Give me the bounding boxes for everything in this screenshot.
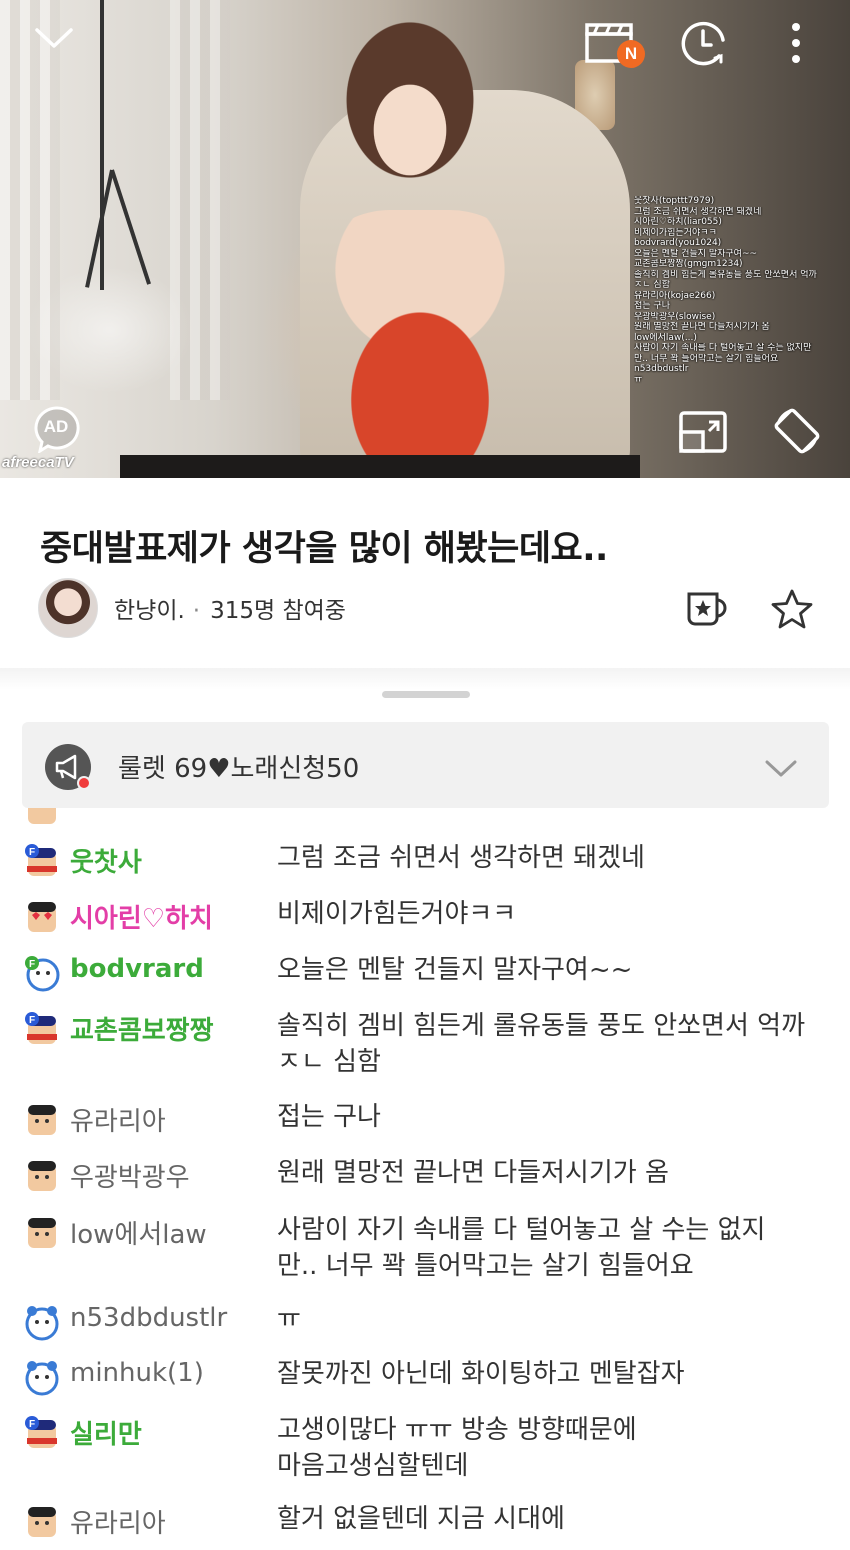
viewer-count: 315명 참여중 [210,598,346,624]
streamer-avatar[interactable] [38,578,98,638]
fan-badge-icon: F [25,1012,57,1044]
notice-text: 룰렛 69♥노래신청50 [118,754,360,784]
chat-message: 사람이 자기 속내를 다 털어놓고 살 수는 없지만.. 너무 꽉 틀어막고는 … [277,1215,766,1281]
chat-message: 고생이많다 ㅠㅠ 방송 방향때문에 마음고생심할텐데 [277,1415,637,1481]
chat-nickname[interactable]: 우광박광우 [70,1157,190,1194]
streamer-name[interactable]: 한냥이. [114,598,185,624]
desk [120,455,640,478]
chat-nickname[interactable]: low에서law [70,1214,207,1251]
overlay-chat-line: 시아린♡하치(liar055) [634,217,722,227]
bear-face-icon [25,1306,59,1341]
chat-message: 잘못까진 아닌데 화이팅하고 멘탈잡자 [277,1359,685,1389]
overlay-chat-line: 비제이가힘든거야ㅋㅋ [634,227,717,238]
subscribe-cup-icon[interactable] [684,588,730,630]
background-tripod [100,0,104,290]
overlay-chat-line: 그럼 조금 쉬면서 생각하면 돼겠네 [634,206,762,217]
fan-badge-icon: F [25,1416,57,1448]
user-face-icon [28,1507,56,1537]
chat-nickname[interactable]: 유라리아 [70,1101,166,1138]
overlay-chat-line: 접는 구나 [634,301,670,311]
heart-eyes-icon [28,902,56,932]
chat-message: 솔직히 겜비 힘든게 롤유동들 풍도 안쏘면서 억까 ㅈㄴ 심함 [277,1011,805,1077]
chat-message: ㅠ [277,1304,301,1334]
broadcast-title: 중대발표제가 생각을 많이 해봤는데요.. [40,529,608,569]
overlay-chat-line: 오늘은 멘탈 건들지 말자구여~~ [634,248,758,259]
background-tripod-leg [110,169,151,285]
user-face-icon [28,1161,56,1191]
streamer-info: 한냥이. · 315명 참여중 [114,591,346,625]
chat-sheet-edge [0,668,850,690]
chat-nickname[interactable]: 웃찻사 [70,842,142,879]
afreecatv-watermark: afreecaTV [2,454,74,471]
megaphone-icon [45,744,91,790]
chat-nickname[interactable]: bodvrard [70,954,204,984]
svg-text:F: F [29,847,35,858]
new-badge: N [617,40,645,68]
streamer-head [325,10,495,220]
svg-text:F: F [29,1015,35,1026]
chat-list[interactable]: F 웃찻사 그럼 조금 쉬면서 생각하면 돼겠네 시아린♡하치 비제이가힘든거야… [0,808,850,1550]
video-player[interactable]: 웃찻사(topttt7979) 그럼 조금 쉬면서 생각하면 돼겠네 시아린♡하… [0,0,850,478]
streamer-figure [300,210,540,478]
favorite-star-icon[interactable] [770,588,814,630]
user-face-icon [28,1105,56,1135]
chevron-down-icon[interactable] [34,24,74,52]
fan-bear-icon: F [25,956,60,992]
rotate-screen-icon[interactable] [770,404,824,458]
video-chat-overlay: 웃찻사(topttt7979) 그럼 조금 쉬면서 생각하면 돼겠네 시아린♡하… [634,196,848,385]
more-menu-icon[interactable] [786,20,806,66]
chat-nickname[interactable]: 실리만 [70,1414,142,1451]
overlay-chat-line: ㅈㄴ 심함 [634,280,670,290]
overlay-chat-line: 만.. 너무 꽉 틀어막고는 살기 힘들어요 [634,353,779,364]
chat-sheet-handle[interactable] [382,691,470,698]
chat-message: 접는 구나 [277,1102,381,1132]
chat-nickname[interactable]: minhuk(1) [70,1358,204,1388]
chat-message: 오늘은 멘탈 건들지 말자구여~~ [277,955,633,985]
ad-label: AD [43,417,69,436]
pip-icon[interactable] [678,410,728,454]
separator-dot: · [192,598,201,624]
user-face-icon [28,1218,56,1248]
timeshift-clock-icon[interactable] [679,18,729,68]
svg-text:F: F [29,1419,35,1430]
overlay-chat-line: ㅠ [634,374,643,385]
overlay-chat-line: 솔직히 겜비 힘든게 롤유동들 풍도 안쏘면서 억까 [634,269,817,280]
overlay-chat-line: 웃찻사(topttt7979) [634,196,715,206]
chat-nickname[interactable]: 교촌콤보짱짱 [70,1010,214,1047]
chevron-down-icon[interactable] [764,757,798,779]
overlay-chat-line: 사람이 자기 속내를 다 털어놓고 살 수는 없지만 [634,343,812,353]
background-curtain [170,0,230,400]
svg-text:F: F [29,959,35,970]
chat-message: 원래 멸망전 끝나면 다들저시기가 옴 [277,1158,669,1188]
overlay-chat-line: n53dbdustlr [634,364,689,374]
chat-message: 그럼 조금 쉬면서 생각하면 돼겠네 [277,843,645,873]
overlay-chat-line: 원래 멸망전 끝나면 다들저시기가 옴 [634,322,770,332]
chat-nickname[interactable]: 시아린♡하치 [70,898,213,935]
chat-message: 할거 없을텐데 지금 시대에 [277,1504,565,1534]
chat-nickname[interactable]: 유라리아 [70,1503,166,1540]
user-face-icon [28,808,56,824]
bear-face-icon [25,1361,59,1396]
overlay-chat-line: bodvrard(you1024) [634,238,722,248]
overlay-chat-line: 유라리아(kojae266) [634,290,716,301]
chat-nickname[interactable]: n53dbdustlr [70,1303,227,1333]
chat-message: 비제이가힘든거야ㅋㅋ [277,899,517,929]
fan-badge-icon: F [25,844,57,876]
background-curtain [0,0,60,400]
overlay-chat-line: 우광박광우(slowise) [634,311,716,322]
overlay-chat-line: low에서law(...) [634,332,697,343]
overlay-chat-line: 교촌콤보짱짱(gmgm1234) [634,259,743,269]
